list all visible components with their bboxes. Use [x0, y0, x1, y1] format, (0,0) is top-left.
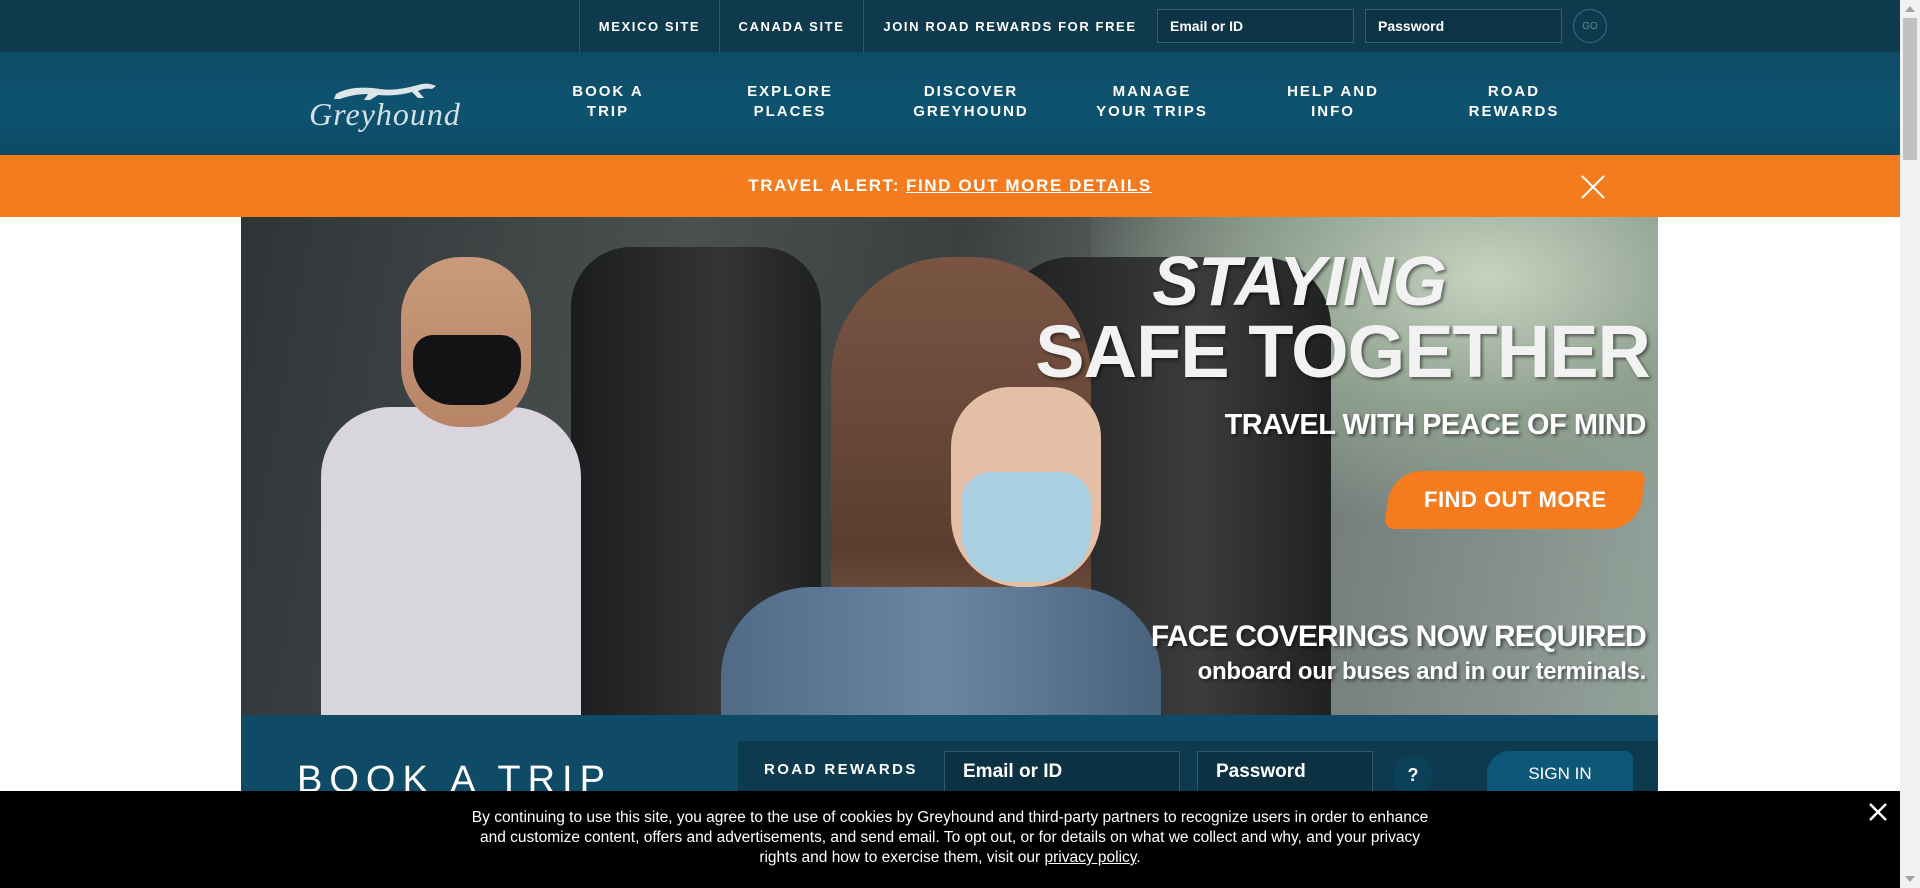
nav-label: YOUR TRIPS [1096, 103, 1208, 120]
find-out-more-button[interactable]: FIND OUT MORE [1383, 471, 1647, 529]
canada-site-link[interactable]: CANADA SITE [720, 0, 863, 52]
greyhound-logo[interactable]: Greyhound [292, 80, 478, 132]
face-coverings-headline: FACE COVERINGS NOW REQUIRED [1150, 620, 1647, 653]
cookie-text-end: . [1136, 849, 1141, 866]
nav-label: EXPLORE [747, 83, 833, 100]
cookie-consent-banner: By continuing to use this site, you agre… [0, 791, 1900, 888]
close-icon[interactable] [1866, 800, 1890, 824]
denim-jacket [721, 587, 1161, 715]
hero-banner[interactable]: STAYING SAFE TOGETHER TRAVEL WITH PEACE … [241, 217, 1658, 715]
top-password-input[interactable] [1365, 9, 1562, 43]
page-scrollbar[interactable] [1900, 0, 1920, 888]
go-button[interactable]: GO [1573, 9, 1607, 43]
help-button[interactable]: ? [1393, 755, 1433, 795]
nav-label: TRIP [586, 103, 630, 120]
close-icon[interactable] [1580, 174, 1606, 200]
scroll-down-arrow-icon[interactable] [1900, 870, 1920, 888]
mexico-site-link[interactable]: MEXICO SITE [580, 0, 719, 52]
road-rewards-label: ROAD REWARDS [764, 761, 918, 778]
nav-label: DISCOVER [923, 83, 1019, 100]
nav-label: MANAGE [1112, 83, 1192, 100]
nav-label: PLACES [753, 103, 827, 120]
road-rewards-signin-panel: ROAD REWARDS ? SIGN IN [738, 741, 1658, 797]
find-out-more-label: FIND OUT MORE [1423, 487, 1607, 512]
nav-book-a-trip[interactable]: BOOK A TRIP [528, 82, 688, 122]
nav-explore-places[interactable]: EXPLORE PLACES [710, 82, 870, 122]
rr-password-input[interactable] [1197, 751, 1373, 793]
nav-label: ROAD [1487, 83, 1541, 100]
scroll-up-arrow-icon[interactable] [1900, 0, 1920, 18]
rr-email-input[interactable] [944, 751, 1180, 793]
travel-alert-label: TRAVEL ALERT: [748, 176, 900, 195]
hero-subheadline: TRAVEL WITH PEACE OF MIND [1224, 409, 1647, 441]
nav-label: BOOK A [572, 83, 644, 100]
cookie-text: By continuing to use this site, you agre… [471, 809, 1429, 866]
face-mask [961, 472, 1091, 582]
nav-road-rewards[interactable]: ROAD REWARDS [1434, 82, 1594, 122]
face-coverings-subtext: onboard our buses and in our terminals. [1197, 658, 1647, 685]
face-mask [413, 335, 521, 405]
top-email-input[interactable] [1157, 9, 1354, 43]
masked-passenger-man [321, 257, 581, 715]
logo-wordmark: Greyhound [309, 96, 461, 132]
divider [863, 0, 864, 52]
hero-headline-safe-together: SAFE TOGETHER [1035, 310, 1651, 393]
nav-label: REWARDS [1468, 103, 1560, 120]
nav-help-and-info[interactable]: HELP AND INFO [1253, 82, 1413, 122]
nav-discover-greyhound[interactable]: DISCOVER GREYHOUND [891, 82, 1051, 122]
book-a-trip-section: BOOK A TRIP ROAD REWARDS ? SIGN IN [241, 715, 1658, 801]
nav-label: GREYHOUND [913, 103, 1029, 120]
nav-manage-your-trips[interactable]: MANAGE YOUR TRIPS [1072, 82, 1232, 122]
cookie-message: By continuing to use this site, you agre… [470, 808, 1430, 868]
main-navigation: Greyhound BOOK A TRIP EXPLORE PLACES DISCO… [0, 52, 1900, 155]
shirt [321, 407, 581, 715]
travel-alert-link[interactable]: FIND OUT MORE DETAILS [906, 176, 1152, 196]
scrollbar-thumb[interactable] [1903, 18, 1917, 160]
nav-label: INFO [1311, 103, 1355, 120]
join-road-rewards-link[interactable]: JOIN ROAD REWARDS FOR FREE [880, 0, 1140, 52]
travel-alert-bar: TRAVEL ALERT: FIND OUT MORE DETAILS [0, 155, 1900, 217]
nav-label: HELP AND [1287, 83, 1379, 100]
utility-bar: MEXICO SITE CANADA SITE JOIN ROAD REWARD… [0, 0, 1900, 52]
privacy-policy-link[interactable]: privacy policy [1044, 849, 1136, 866]
